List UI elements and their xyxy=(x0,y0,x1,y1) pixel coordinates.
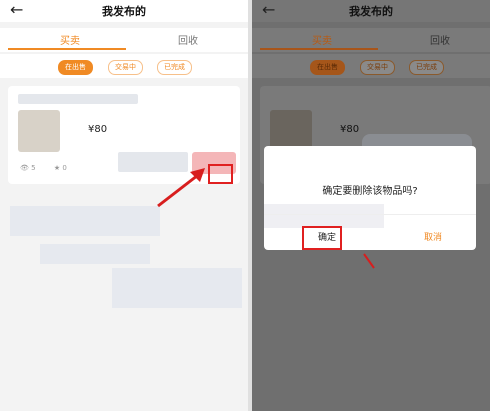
pointer-arrow xyxy=(363,253,375,269)
right-screen: ← 我发布的 买卖 回收 在出售 交易中 已完成 ¥80 确定要删除该物品吗? … xyxy=(252,0,490,411)
left-screen: ← 我发布的 买卖 回收 在出售 交易中 已完成 ¥80 👁 5 ★ 0 xyxy=(0,0,248,411)
pointer-arrow xyxy=(157,168,205,208)
